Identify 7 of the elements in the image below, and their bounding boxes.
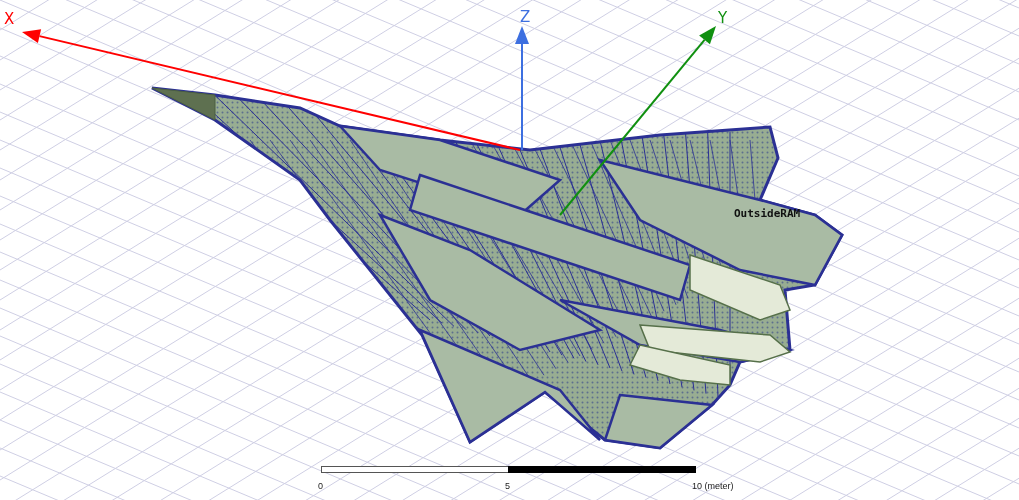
scale-tick-label: 5 — [505, 481, 510, 491]
axis-label: Z — [520, 8, 531, 26]
scale-tick-label: 0 — [318, 481, 323, 491]
axis-label: Y — [718, 9, 728, 27]
axis-label: X — [4, 10, 15, 28]
scale-tick-label: 10 (meter) — [692, 481, 734, 491]
object-label: OutsideRAM — [734, 207, 801, 220]
